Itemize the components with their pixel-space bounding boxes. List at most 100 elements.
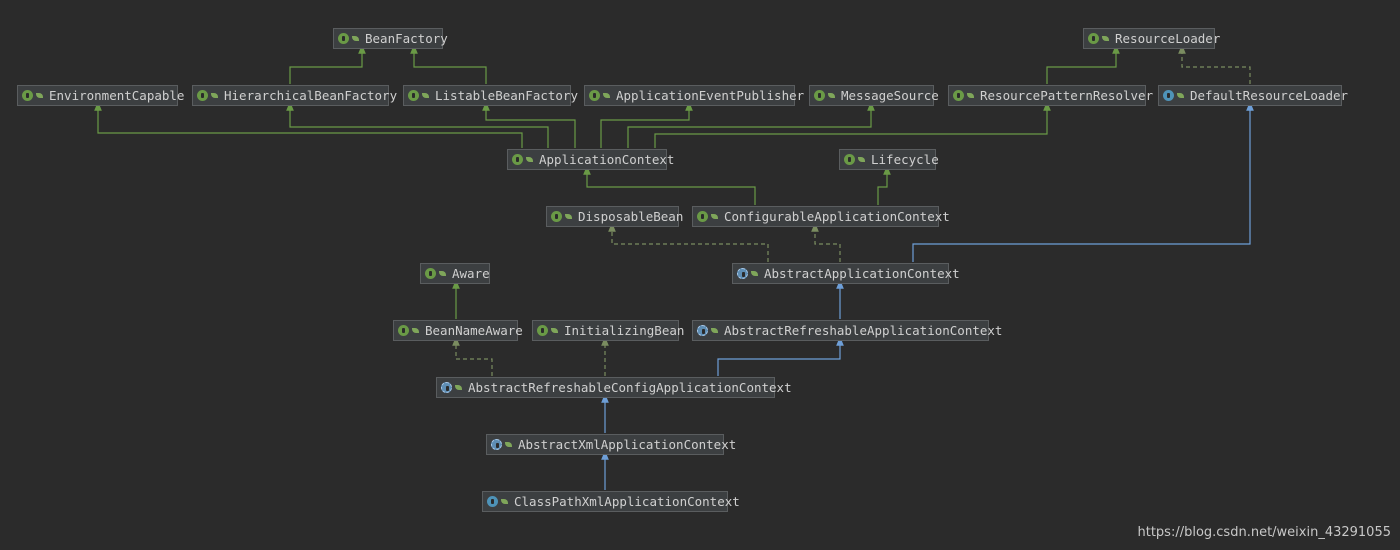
interface-icon [425, 268, 436, 279]
node-aware[interactable]: Aware [420, 263, 490, 284]
leaf-icon [439, 271, 446, 276]
class-icon [487, 496, 498, 507]
node-environmentcapable[interactable]: EnvironmentCapable [17, 85, 184, 106]
node-abstractrefreshableconfigapplicationcontext[interactable]: AbstractRefreshableConfigApplicationCont… [436, 377, 792, 398]
abstract-class-icon [737, 268, 748, 279]
node-label: ClassPathXmlApplicationContext [514, 494, 740, 509]
node-label: MessageSource [841, 88, 939, 103]
class-icon [1163, 90, 1174, 101]
edge-abstractappctx-to-configurable [811, 222, 841, 262]
edge-listable-to-beanfactory [410, 44, 487, 84]
leaf-icon [711, 214, 718, 219]
leaf-icon [711, 328, 718, 333]
node-label: EnvironmentCapable [49, 88, 185, 103]
node-label: AbstractRefreshableApplicationContext [724, 323, 1003, 338]
edge-abstractappctx-to-disposable [608, 222, 769, 262]
node-label: ApplicationEventPublisher [616, 88, 805, 103]
node-label: BeanFactory [365, 31, 448, 46]
interface-icon [551, 211, 562, 222]
edge-configurable-to-appctx [583, 165, 756, 205]
node-label: BeanNameAware [425, 323, 523, 338]
node-label: HierarchicalBeanFactory [224, 88, 398, 103]
leaf-icon [352, 36, 359, 41]
node-label: Lifecycle [871, 152, 939, 167]
interface-icon [844, 154, 855, 165]
edge-resourcepattern-to-resourceloader [1046, 44, 1120, 84]
leaf-icon [967, 93, 974, 98]
node-abstractrefreshableapplicationcontext[interactable]: AbstractRefreshableApplicationContext [692, 320, 1002, 341]
leaf-icon [455, 385, 462, 390]
leaf-icon [412, 328, 419, 333]
node-label: AbstractApplicationContext [764, 266, 960, 281]
node-defaultresourceloader[interactable]: DefaultResourceLoader [1158, 85, 1348, 106]
node-abstractapplicationcontext[interactable]: AbstractApplicationContext [732, 263, 960, 284]
abstract-class-icon [441, 382, 452, 393]
node-resourceloader[interactable]: ResourceLoader [1083, 28, 1220, 49]
interface-icon [537, 325, 548, 336]
node-disposablebean[interactable]: DisposableBean [546, 206, 683, 227]
edge-abstractappctx-to-defaultresourceloader [912, 101, 1254, 262]
node-abstractxmlapplicationcontext[interactable]: AbstractXmlApplicationContext [486, 434, 736, 455]
node-hierarchicalbeanfactory[interactable]: HierarchicalBeanFactory [192, 85, 397, 106]
leaf-icon [551, 328, 558, 333]
node-label: ResourceLoader [1115, 31, 1221, 46]
leaf-icon [1102, 36, 1109, 41]
node-beanfactory[interactable]: BeanFactory [333, 28, 448, 49]
edge-hierarchical-to-beanfactory [289, 44, 366, 84]
node-label: Aware [452, 266, 490, 281]
leaf-icon [751, 271, 758, 276]
watermark-url: https://blog.csdn.net/weixin_43291055 [1137, 525, 1391, 540]
leaf-icon [603, 93, 610, 98]
node-messagesource[interactable]: MessageSource [809, 85, 939, 106]
interface-icon [814, 90, 825, 101]
interface-icon [338, 33, 349, 44]
node-classpathxmlapplicationcontext[interactable]: ClassPathXmlApplicationContext [482, 491, 740, 512]
inheritance-edges [94, 44, 1254, 490]
edge-appctx-to-hierarchical [286, 101, 549, 148]
node-initializingbean[interactable]: InitializingBean [532, 320, 684, 341]
edge-defaultresourceloader-to-resourceloader [1178, 44, 1251, 84]
edge-refreshableconfig-to-refreshable [717, 336, 844, 376]
node-label: InitializingBean [564, 323, 685, 338]
interface-icon [697, 211, 708, 222]
node-label: ResourcePatternResolver [980, 88, 1154, 103]
edge-refreshableconfig-to-beannameaware [452, 336, 493, 376]
leaf-icon [422, 93, 429, 98]
leaf-icon [565, 214, 572, 219]
node-applicationeventpublisher[interactable]: ApplicationEventPublisher [584, 85, 804, 106]
leaf-icon [858, 157, 865, 162]
leaf-icon [211, 93, 218, 98]
node-label: AbstractXmlApplicationContext [518, 437, 737, 452]
node-label: DisposableBean [578, 209, 684, 224]
node-configurableapplicationcontext[interactable]: ConfigurableApplicationContext [692, 206, 950, 227]
leaf-icon [36, 93, 43, 98]
node-lifecycle[interactable]: Lifecycle [839, 149, 939, 170]
interface-icon [512, 154, 523, 165]
leaf-icon [501, 499, 508, 504]
interface-icon [1088, 33, 1099, 44]
leaf-icon [1177, 93, 1184, 98]
abstract-class-icon [491, 439, 502, 450]
node-resourcepatternresolver[interactable]: ResourcePatternResolver [948, 85, 1153, 106]
node-label: ApplicationContext [539, 152, 675, 167]
node-label: ListableBeanFactory [435, 88, 578, 103]
node-label: ConfigurableApplicationContext [724, 209, 950, 224]
interface-icon [589, 90, 600, 101]
edge-configurable-to-lifecycle [877, 165, 891, 205]
node-label: DefaultResourceLoader [1190, 88, 1349, 103]
interface-icon [197, 90, 208, 101]
abstract-class-icon [697, 325, 708, 336]
leaf-icon [828, 93, 835, 98]
interface-icon [22, 90, 33, 101]
node-beannameaware[interactable]: BeanNameAware [393, 320, 523, 341]
edge-appctx-to-messagesource [627, 101, 875, 148]
node-applicationcontext[interactable]: ApplicationContext [507, 149, 674, 170]
leaf-icon [505, 442, 512, 447]
class-hierarchy-diagram: BeanFactory ResourceLoader EnvironmentCa… [0, 0, 1400, 550]
interface-icon [408, 90, 419, 101]
node-label: AbstractRefreshableConfigApplicationCont… [468, 380, 792, 395]
interface-icon [398, 325, 409, 336]
leaf-icon [526, 157, 533, 162]
node-listablebeanfactory[interactable]: ListableBeanFactory [403, 85, 578, 106]
interface-icon [953, 90, 964, 101]
